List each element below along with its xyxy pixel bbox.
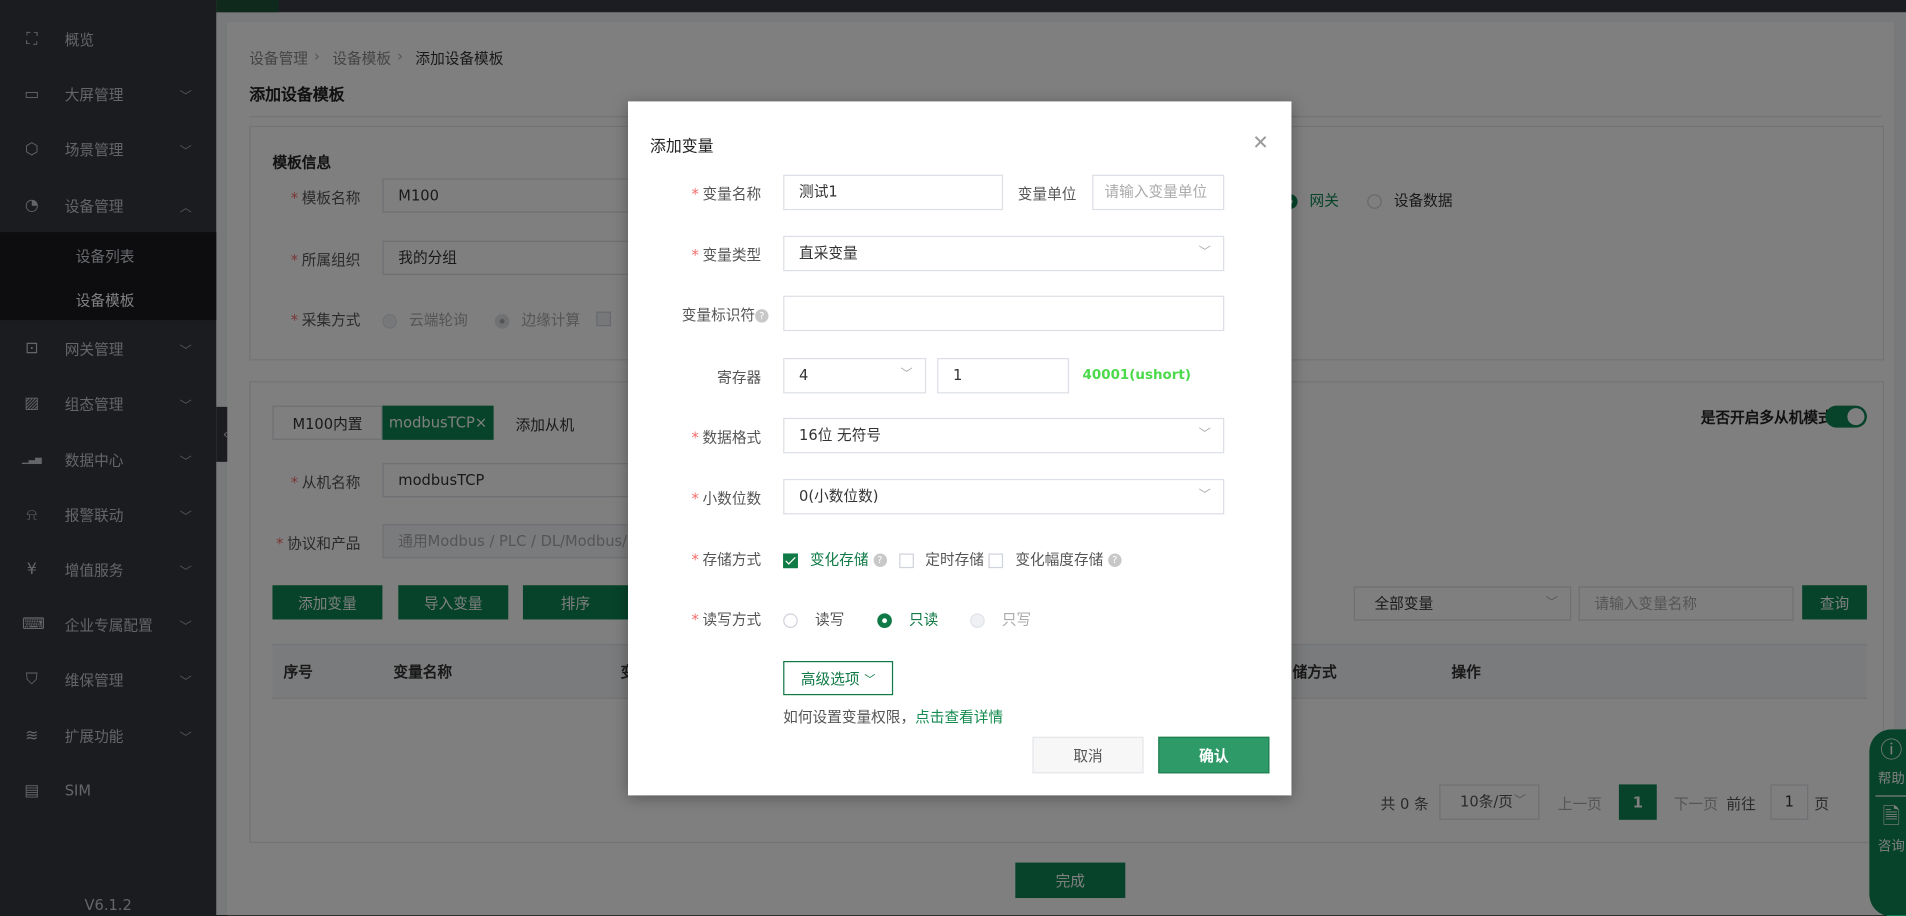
radio-read-only[interactable]: 只读: [877, 608, 938, 629]
confirm-button[interactable]: 确认: [1158, 736, 1270, 774]
decimal-select[interactable]: 0(小数位数) ﹀: [783, 478, 1225, 515]
radio-icon: [783, 612, 798, 628]
chevron-down-icon: ﹀: [1198, 245, 1211, 260]
add-variable-dialog: 添加变量 ✕ * 变量名称 测试1 变量单位 请输入变量单位 * 变量类型 直采变量…: [628, 101, 1292, 796]
help-question-icon[interactable]: ?: [873, 553, 887, 567]
permission-details-link[interactable]: 点击查看详情: [915, 709, 1003, 726]
register-type-select[interactable]: 4 ﹀: [783, 357, 927, 394]
help-question-icon[interactable]: ?: [755, 309, 769, 323]
radio-icon: [877, 612, 892, 628]
chevron-down-icon: ﹀: [1198, 488, 1211, 503]
register-hint: 40001(ushort): [1082, 366, 1191, 383]
checkbox-icon: [783, 552, 798, 568]
unit-input[interactable]: 请输入变量单位: [1092, 174, 1225, 211]
decimal-label: * 小数位数: [691, 489, 762, 508]
register-address-input[interactable]: 1: [937, 357, 1070, 394]
help-question-icon[interactable]: ?: [1107, 553, 1122, 567]
var-type-label: * 变量类型: [691, 246, 762, 264]
var-name-label: * 变量名称: [691, 185, 762, 203]
checkbox-timed-storage[interactable]: 定时存储: [898, 551, 984, 568]
identifier-label: 变量标识符?: [657, 304, 769, 325]
chevron-down-icon: ﹀: [864, 673, 876, 687]
radio-read-write[interactable]: 读写: [783, 608, 844, 629]
format-select[interactable]: 16位 无符号 ﹀: [783, 417, 1225, 454]
format-label: * 数据格式: [691, 428, 762, 446]
storage-label: * 存储方式: [691, 551, 762, 569]
checkbox-change-storage[interactable]: 变化存储: [783, 551, 869, 568]
checkbox-icon: [898, 552, 914, 568]
radio-icon: [970, 612, 985, 628]
checkbox-delta-storage[interactable]: 变化幅度存储: [988, 551, 1103, 568]
var-name-input[interactable]: 测试1: [783, 174, 1004, 211]
advanced-options-button[interactable]: 高级选项 ﹀: [783, 660, 894, 696]
close-icon[interactable]: ✕: [1252, 131, 1268, 154]
identifier-input[interactable]: [783, 295, 1225, 332]
dialog-title: 添加变量: [649, 138, 714, 157]
register-label: 寄存器: [717, 368, 762, 387]
cancel-button[interactable]: 取消: [1032, 736, 1144, 774]
rw-label: * 读写方式: [691, 610, 762, 629]
unit-label: 变量单位: [1017, 185, 1077, 203]
checkbox-icon: [988, 552, 1004, 568]
storage-options: 变化存储 ? 定时存储 变化幅度存储 ?: [783, 549, 1122, 570]
permission-hint: 如何设置变量权限，点击查看详情: [783, 708, 1004, 726]
var-type-select[interactable]: 直采变量 ﹀: [783, 235, 1225, 272]
radio-write-only[interactable]: 只写: [970, 608, 1031, 629]
chevron-down-icon: ﹀: [900, 367, 913, 382]
chevron-down-icon: ﹀: [1198, 427, 1211, 442]
